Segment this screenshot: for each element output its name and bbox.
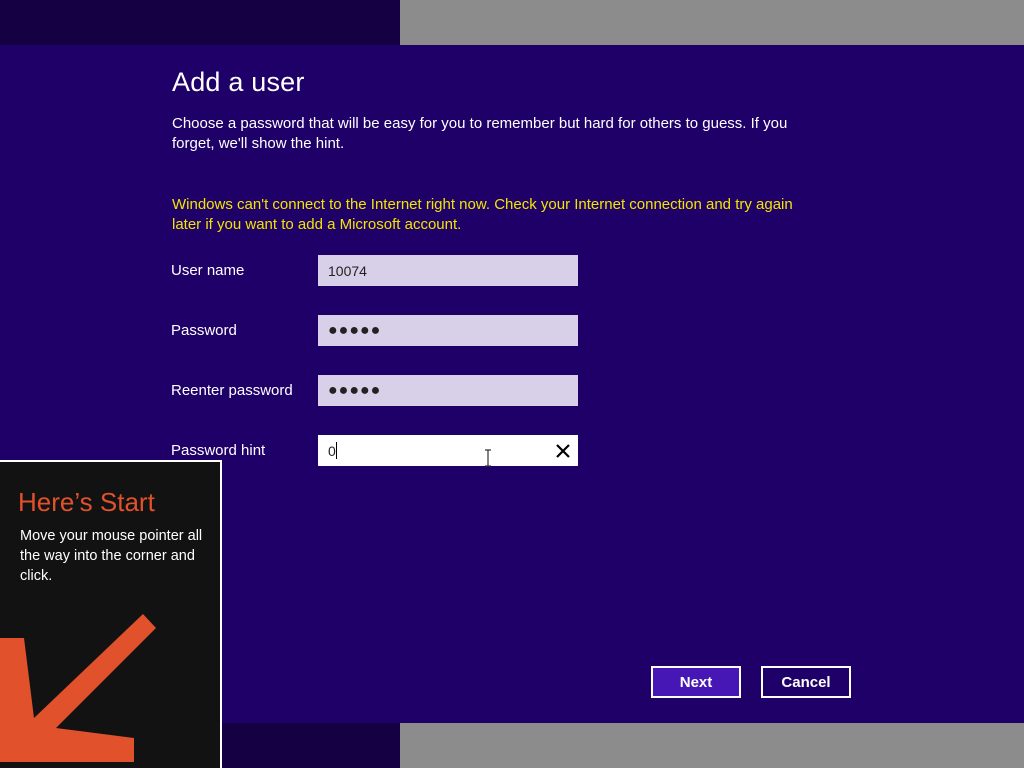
reenter-password-label: Reenter password [171, 382, 293, 399]
text-caret [336, 442, 337, 459]
password-hint-label: Password hint [171, 442, 266, 459]
ibeam-cursor-icon [485, 449, 491, 467]
internet-warning: Windows can't connect to the Internet ri… [172, 196, 793, 233]
next-button[interactable]: Next [651, 666, 741, 698]
top-right-band [400, 0, 1024, 45]
password-hint-field[interactable] [318, 435, 578, 466]
clear-hint-button[interactable] [551, 435, 575, 466]
password-field[interactable]: ●●●●● [318, 315, 578, 346]
username-field[interactable] [318, 255, 578, 286]
start-tip-panel: Here’s Start Move your mouse pointer all… [0, 460, 222, 768]
top-left-band [0, 0, 400, 45]
cancel-button[interactable]: Cancel [761, 666, 851, 698]
arrow-down-left-icon [0, 614, 156, 762]
username-label: User name [171, 262, 245, 279]
reenter-password-field[interactable]: ●●●●● [318, 375, 578, 406]
bottom-right-band [400, 723, 1024, 768]
page-title: Add a user [172, 67, 305, 97]
description-text: Choose a password that will be easy for … [172, 115, 788, 152]
password-label: Password [171, 322, 237, 339]
close-icon [556, 443, 570, 458]
